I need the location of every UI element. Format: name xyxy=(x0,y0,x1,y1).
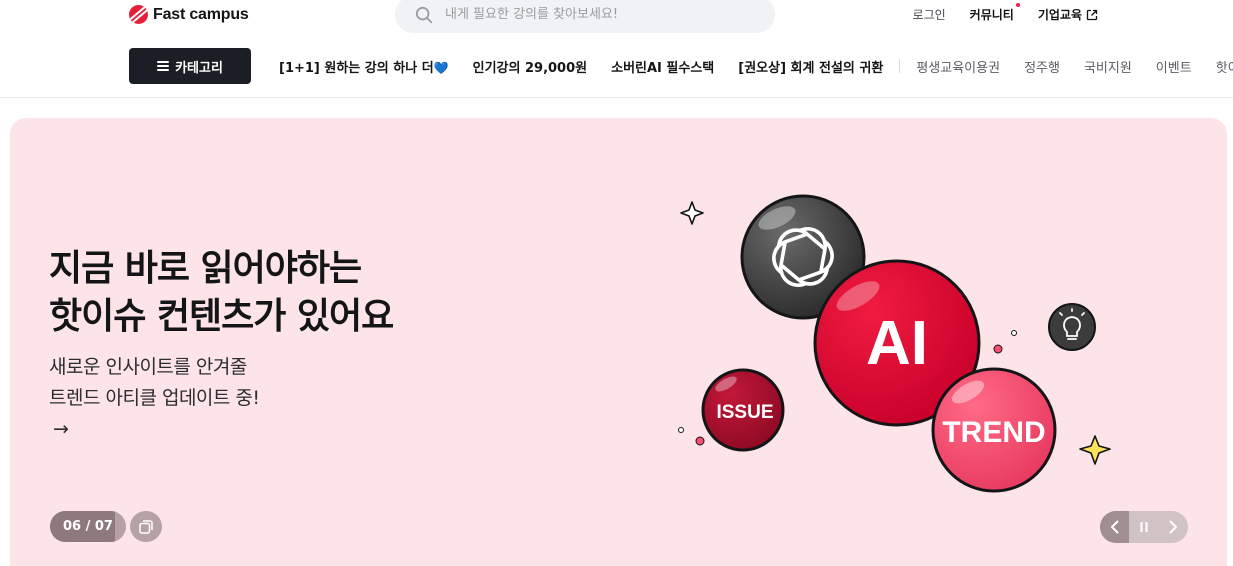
hamburger-icon xyxy=(157,61,170,71)
category-button[interactable]: 카테고리 xyxy=(129,48,251,84)
category-label: 카테고리 xyxy=(175,60,223,76)
decor-dot xyxy=(695,436,705,446)
search-bar[interactable] xyxy=(395,0,775,33)
blue-heart-icon: 💙 xyxy=(433,60,449,75)
copy-stack-icon xyxy=(139,519,153,534)
header-divider xyxy=(0,97,1233,98)
hot-issue-illustration: AI ISSUE TREND xyxy=(678,194,1111,493)
ai-bubble-label: AI xyxy=(866,309,928,378)
business-education-label: 기업교육 xyxy=(1037,8,1082,22)
trend-bubble xyxy=(931,367,1057,493)
decor-dot xyxy=(1011,330,1017,336)
slide-counter: 06 / 07 xyxy=(50,511,126,542)
nav-item-binge[interactable]: 정주행 xyxy=(1024,57,1060,76)
banner-subtitle[interactable]: 새로운 인사이트를 안겨줄 트렌드 아티클 업데이트 중! → xyxy=(49,352,260,445)
decor-dot xyxy=(678,427,684,433)
slide-controls xyxy=(1100,511,1188,543)
nav-item-accounting[interactable]: [권오상] 회계 전설의 귀환 xyxy=(738,57,883,76)
prev-slide-button[interactable] xyxy=(1100,511,1130,543)
nav-item-popular[interactable]: 인기강의 29,000원 xyxy=(473,57,588,76)
nav-item-label: [1+1] 원하는 강의 하나 더 xyxy=(279,60,434,76)
banner-title: 지금 바로 읽어야하는 핫이슈 컨텐츠가 있어요 xyxy=(49,245,394,341)
chevron-left-icon xyxy=(1110,520,1119,534)
openai-logo-icon xyxy=(765,221,841,293)
decor-dot xyxy=(993,344,1003,354)
slide-counter-label: 06 / 07 xyxy=(63,519,113,534)
nav-item-hot-issue[interactable]: 핫이슈 xyxy=(1216,57,1233,76)
banner-subtitle-line1: 새로운 인사이트를 안겨줄 xyxy=(49,356,247,378)
external-link-icon xyxy=(1086,9,1098,20)
community-link[interactable]: 커뮤니티 xyxy=(969,3,1020,23)
banner-subtitle-line2: 트렌드 아티클 업데이트 중! → xyxy=(49,383,260,445)
openai-bubble xyxy=(740,194,866,320)
nav-menu: [1+1] 원하는 강의 하나 더💙 인기강의 29,000원 소버린AI 필수… xyxy=(279,48,1233,84)
community-label: 커뮤니티 xyxy=(969,8,1014,22)
lightbulb-bubble xyxy=(1048,303,1096,351)
banner-title-line2: 핫이슈 컨텐츠가 있어요 xyxy=(49,296,394,337)
lightbulb-icon xyxy=(1059,308,1085,340)
sparkle-icon xyxy=(680,201,704,225)
banner-title-line1: 지금 바로 읽어야하는 xyxy=(49,248,362,289)
nav-item-lifelong-pass[interactable]: 평생교육이용권 xyxy=(916,57,1000,76)
bubble-highlight xyxy=(758,206,796,230)
login-link[interactable]: 로그인 xyxy=(913,6,946,23)
nav-item-sovereign-ai[interactable]: 소버린AI 필수스택 xyxy=(611,57,714,76)
bubble-highlight xyxy=(836,281,880,311)
pause-button[interactable] xyxy=(1129,511,1158,543)
nav-item-1plus1[interactable]: [1+1] 원하는 강의 하나 더💙 xyxy=(279,57,449,76)
business-education-link[interactable]: 기업교육 xyxy=(1038,6,1098,23)
nav-divider xyxy=(899,59,901,73)
hero-banner[interactable]: 지금 바로 읽어야하는 핫이슈 컨텐츠가 있어요 새로운 인사이트를 안겨줄 트… xyxy=(10,118,1227,566)
issue-bubble xyxy=(701,368,785,452)
logo-mark-icon xyxy=(129,5,148,24)
sparkle-icon xyxy=(1079,435,1111,465)
nav-item-national-support[interactable]: 국비지원 xyxy=(1084,57,1132,76)
utility-menu: 로그인 커뮤니티 기업교육 xyxy=(913,3,1098,23)
bubble-highlight xyxy=(951,380,985,404)
logo-text: Fast campus xyxy=(153,5,249,23)
issue-bubble-label: ISSUE xyxy=(716,402,773,423)
view-all-slides-button[interactable] xyxy=(130,511,162,542)
main-nav: 카테고리 [1+1] 원하는 강의 하나 더💙 인기강의 29,000원 소버린… xyxy=(0,48,1233,84)
arrow-right-icon: → xyxy=(53,418,69,440)
login-label: 로그인 xyxy=(912,8,946,22)
search-icon[interactable] xyxy=(415,6,433,24)
top-header: Fast campus 로그인 커뮤니티 기업교육 xyxy=(0,0,1233,34)
bubble-highlight xyxy=(715,376,737,392)
ai-bubble xyxy=(813,259,981,427)
new-badge-dot xyxy=(1015,3,1020,7)
banner-subtitle-text: 트렌드 아티클 업데이트 중! xyxy=(49,387,260,409)
nav-item-event[interactable]: 이벤트 xyxy=(1156,57,1192,76)
trend-bubble-label: TREND xyxy=(942,416,1045,449)
pause-icon xyxy=(1140,522,1148,532)
chevron-right-icon xyxy=(1169,520,1178,534)
next-slide-button[interactable] xyxy=(1159,511,1188,543)
search-input[interactable] xyxy=(445,7,745,22)
fastcampus-logo[interactable]: Fast campus xyxy=(129,5,249,24)
